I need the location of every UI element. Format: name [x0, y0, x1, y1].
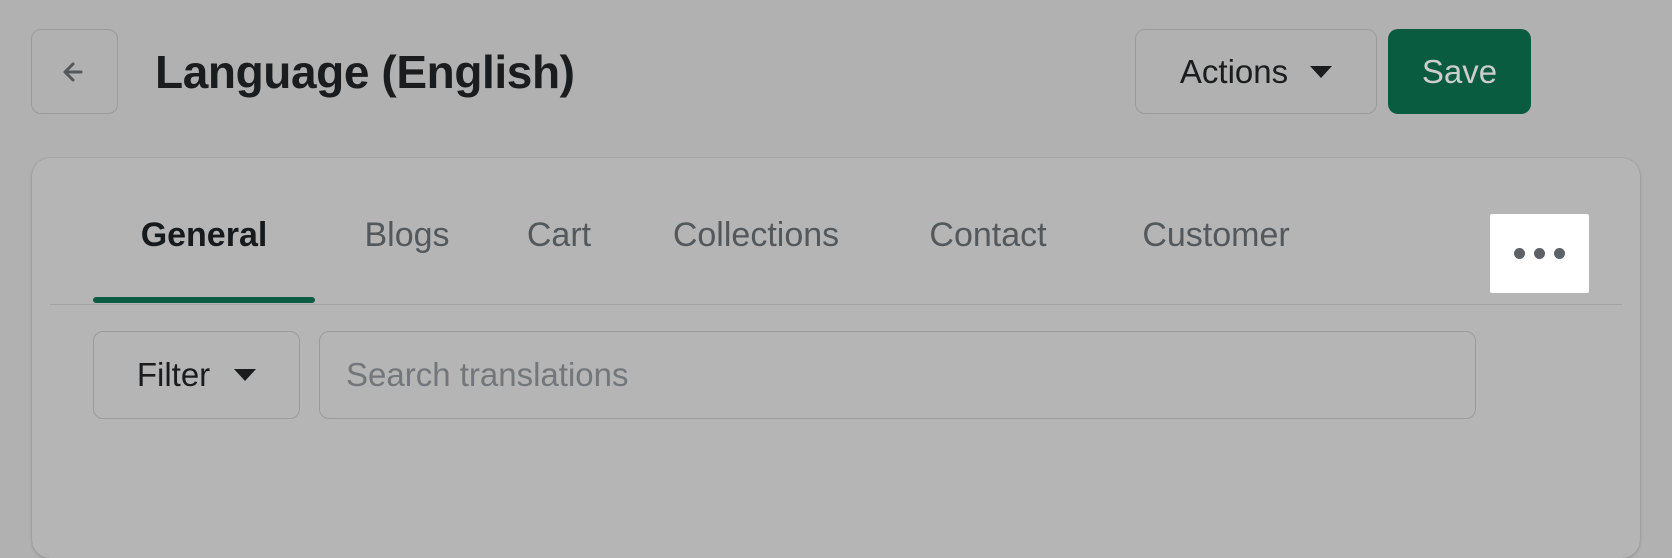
tab-general[interactable]: General: [93, 214, 315, 306]
tab-contact-label: Contact: [929, 216, 1047, 254]
tab-cart[interactable]: Cart: [499, 214, 619, 306]
page-title: Language (English): [155, 46, 575, 98]
active-tab-indicator: [93, 297, 315, 303]
tab-contact[interactable]: Contact: [893, 214, 1083, 306]
filter-button[interactable]: Filter: [93, 331, 300, 419]
save-button[interactable]: Save: [1388, 29, 1531, 114]
page-header: Language (English) Actions Save: [0, 0, 1672, 145]
actions-button-label: Actions: [1179, 52, 1289, 90]
filter-button-label: Filter: [136, 356, 211, 393]
tab-customer[interactable]: Customer: [1105, 214, 1327, 306]
tab-cart-label: Cart: [526, 216, 592, 254]
ellipsis-dot-2: [1534, 248, 1545, 259]
arrow-left-icon: [55, 52, 95, 92]
tab-customer-label: Customer: [1142, 216, 1290, 254]
translations-card: General Blogs Cart Collections Contact C…: [32, 158, 1640, 558]
chevron-down-icon: [1310, 65, 1333, 78]
tab-general-label: General: [140, 216, 268, 254]
actions-button[interactable]: Actions: [1135, 29, 1377, 114]
back-button[interactable]: [31, 29, 118, 114]
tab-collections-label: Collections: [672, 216, 840, 254]
ellipsis-dot-3: [1554, 248, 1565, 259]
tab-collections[interactable]: Collections: [641, 214, 871, 306]
tab-blogs[interactable]: Blogs: [337, 214, 477, 306]
tab-blogs-label: Blogs: [364, 216, 450, 254]
search-translations-input[interactable]: [319, 331, 1476, 419]
more-tabs-button[interactable]: [1490, 214, 1589, 293]
ellipsis-horizontal-icon: [1514, 248, 1525, 259]
chevron-down-icon: [234, 369, 257, 381]
tab-bar: General Blogs Cart Collections Contact C…: [32, 158, 1640, 306]
filter-row: Filter: [32, 331, 1640, 431]
